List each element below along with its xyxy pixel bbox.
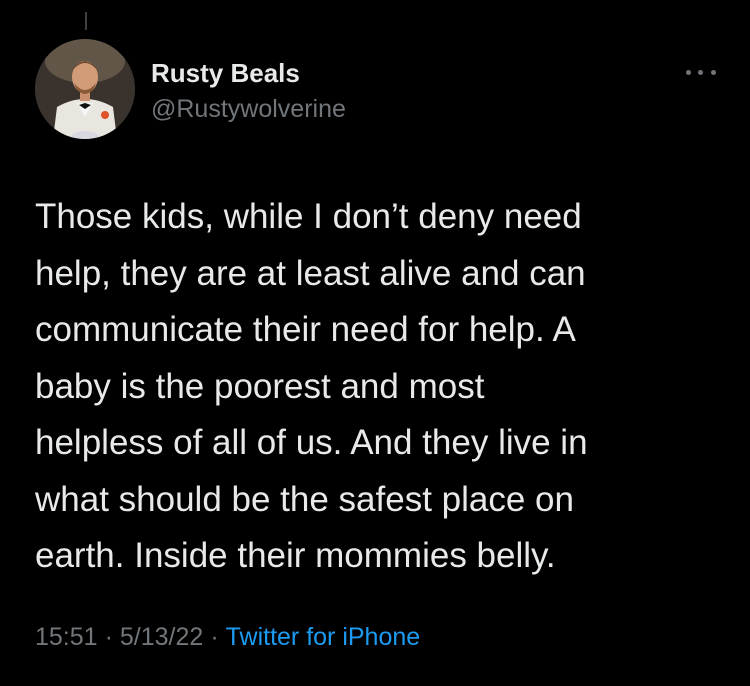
more-icon-pad bbox=[676, 71, 678, 73]
tweet-date[interactable]: 5/13/22 bbox=[120, 623, 203, 651]
more-horizontal-icon-dot-2 bbox=[698, 69, 704, 75]
tweet-metadata: 15:51 · 5/13/22 · Twitter for iPhone bbox=[35, 623, 420, 652]
more-horizontal-icon-dot-3 bbox=[710, 69, 716, 75]
meta-separator: · bbox=[104, 623, 113, 651]
more-options-button[interactable] bbox=[676, 62, 716, 82]
avatar[interactable] bbox=[35, 39, 135, 139]
thread-connector-line bbox=[85, 12, 87, 30]
avatar-image bbox=[35, 39, 135, 139]
display-name[interactable]: Rusty Beals bbox=[151, 58, 300, 89]
more-horizontal-icon bbox=[685, 69, 691, 75]
user-handle[interactable]: @Rustywolverine bbox=[151, 95, 346, 124]
tweet-time[interactable]: 15:51 bbox=[35, 623, 98, 651]
meta-separator-2: · bbox=[210, 623, 219, 651]
tweet-text: Those kids, while I don’t deny need help… bbox=[35, 197, 588, 575]
tweet-source-link[interactable]: Twitter for iPhone bbox=[226, 623, 421, 651]
